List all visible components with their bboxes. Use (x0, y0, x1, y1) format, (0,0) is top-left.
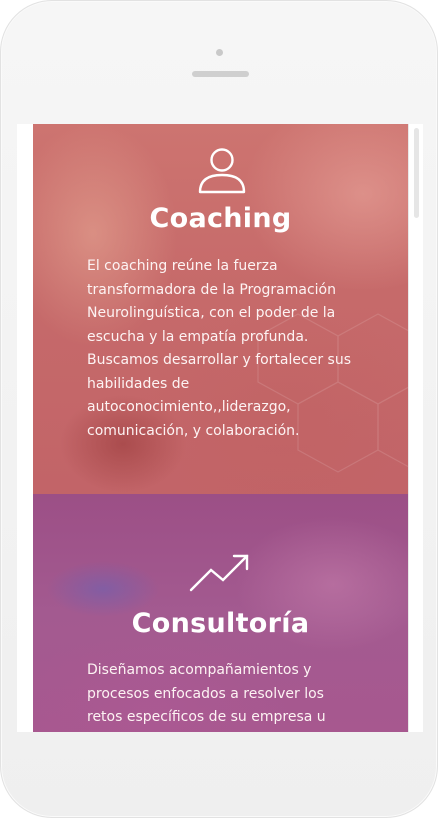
earpiece-speaker (192, 71, 249, 77)
consultoria-section[interactable]: Consultoría Diseñamos acompañamientos y … (33, 494, 408, 732)
coaching-title: Coaching (149, 203, 292, 234)
phone-screen[interactable]: Coaching El coaching reúne la fuerza tra… (17, 124, 423, 732)
scrollbar-track[interactable] (408, 124, 423, 732)
scrollbar-thumb[interactable] (414, 128, 419, 218)
consultoria-description: Diseñamos acompañamientos y procesos enf… (87, 662, 326, 725)
user-icon (198, 148, 246, 194)
trending-up-icon (189, 554, 249, 592)
consultoria-title: Consultoría (131, 608, 310, 639)
front-camera (216, 49, 223, 56)
coaching-description: El coaching reúne la fuerza transformado… (87, 258, 351, 439)
phone-frame: Coaching El coaching reúne la fuerza tra… (0, 0, 438, 818)
coaching-section[interactable]: Coaching El coaching reúne la fuerza tra… (33, 124, 408, 494)
